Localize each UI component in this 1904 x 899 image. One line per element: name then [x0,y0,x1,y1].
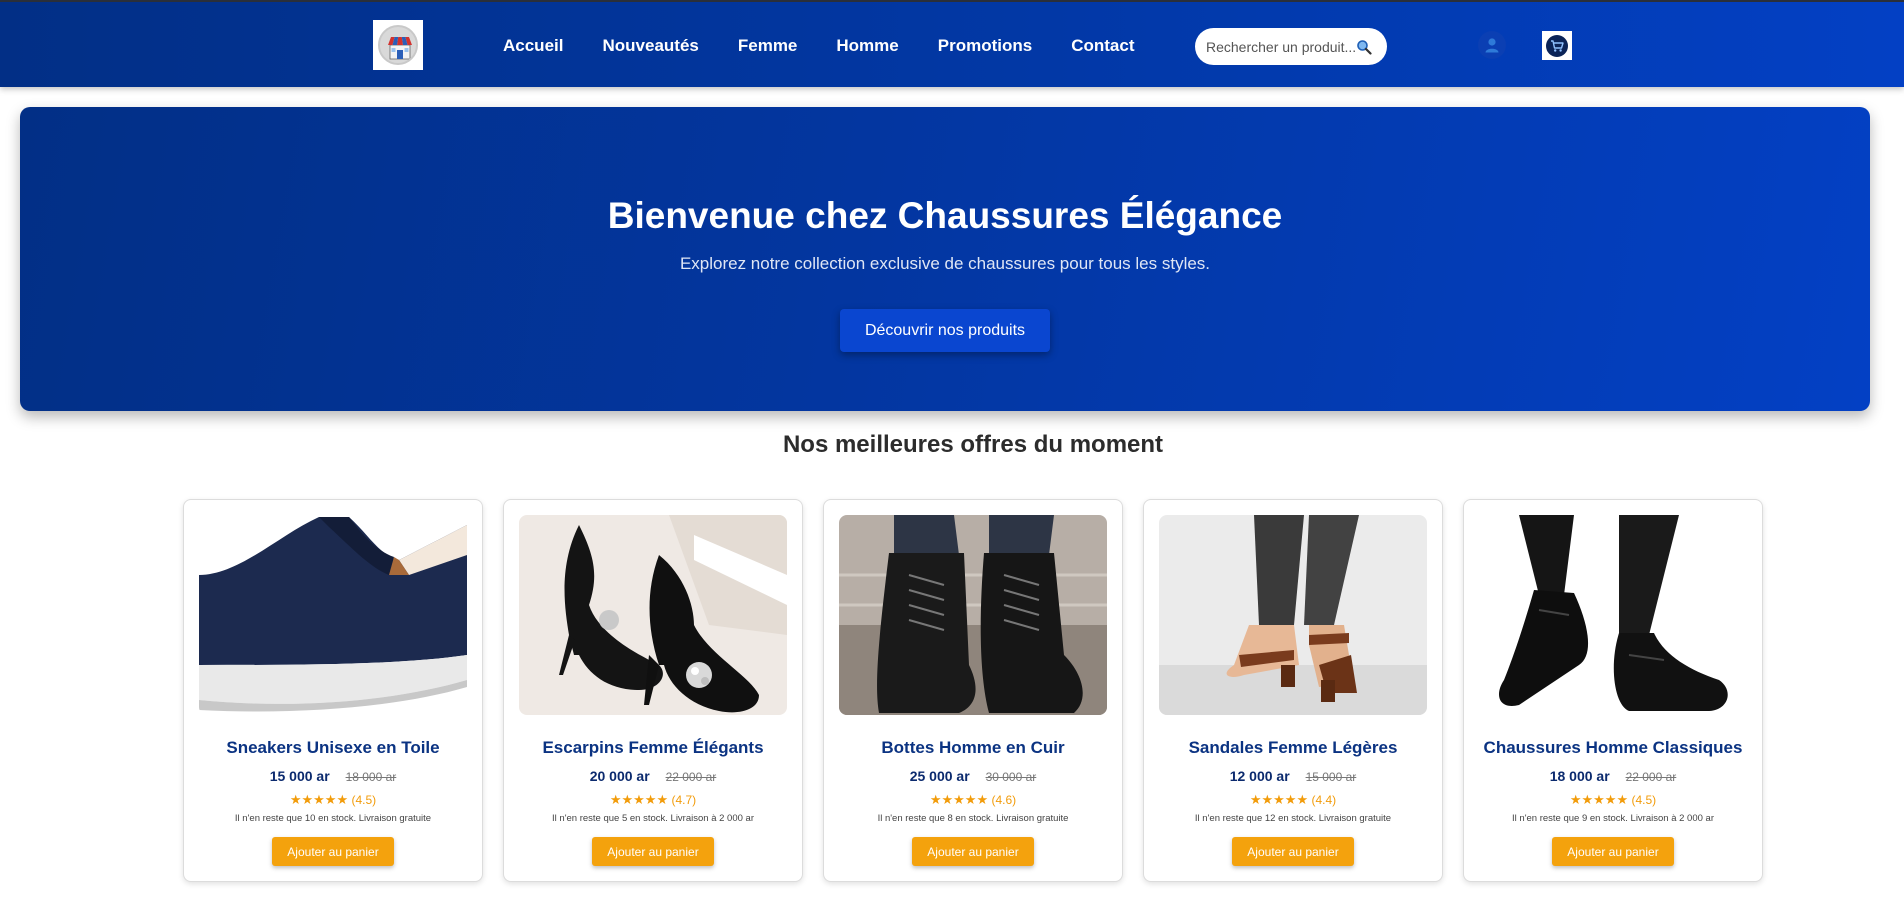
hero-title: Bienvenue chez Chaussures Élégance [607,195,1283,236]
product-price: 20 000 ar [589,768,650,784]
search-bar [1195,28,1387,65]
product-rating: ★★★★★ (4.7) [504,792,802,808]
nav-link-nouveautes[interactable]: Nouveautés [602,36,698,56]
product-name[interactable]: Sneakers Unisexe en Toile [184,738,482,758]
search-input[interactable] [1206,38,1356,55]
add-to-cart-button[interactable]: Ajouter au panier [592,837,714,866]
product-rating: ★★★★★ (4.5) [184,792,482,808]
product-image[interactable] [519,515,787,715]
store-icon [378,25,418,65]
rating-value: (4.5) [1631,793,1657,807]
product-price: 12 000 ar [1229,768,1290,784]
product-image[interactable] [839,515,1107,715]
store-logo[interactable] [373,20,423,70]
product-old-price: 15 000 ar [1305,770,1357,784]
product-price: 25 000 ar [909,768,970,784]
product-image[interactable] [199,515,467,715]
rating-stars: ★★★★★ [1569,792,1629,807]
nav-link-homme[interactable]: Homme [836,36,898,56]
product-card[interactable]: Escarpins Femme Élégants 20 000 ar 22 00… [503,499,803,882]
cart-button[interactable] [1542,31,1572,60]
product-rating: ★★★★★ (4.5) [1464,792,1762,808]
rating-stars: ★★★★★ [609,792,669,807]
product-rating: ★★★★★ (4.4) [1144,792,1442,808]
product-old-price: 22 000 ar [1625,770,1677,784]
product-image[interactable] [1479,515,1747,715]
product-rating: ★★★★★ (4.6) [824,792,1122,808]
product-old-price: 30 000 ar [985,770,1037,784]
stock-info: Il n'en reste que 9 en stock. Livraison … [1512,813,1714,824]
add-to-cart-button[interactable]: Ajouter au panier [912,837,1034,866]
stock-info: Il n'en reste que 8 en stock. Livraison … [877,813,1069,824]
main-nav: Accueil Nouveautés Femme Homme Promotion… [503,36,1173,56]
rating-value: (4.4) [1311,793,1337,807]
product-card[interactable]: Sandales Femme Légères 12 000 ar 15 000 … [1143,499,1443,882]
nav-link-accueil[interactable]: Accueil [503,36,563,56]
top-navbar: Accueil Nouveautés Femme Homme Promotion… [0,0,1904,87]
product-old-price: 22 000 ar [665,770,717,784]
cart-icon [1546,34,1568,57]
product-card[interactable]: Chaussures Homme Classiques 18 000 ar 22… [1463,499,1763,882]
rating-stars: ★★★★★ [929,792,989,807]
stock-info: Il n'en reste que 10 en stock. Livraison… [234,813,432,824]
product-image[interactable] [1159,515,1427,715]
user-account-button[interactable] [1478,31,1506,59]
rating-value: (4.7) [671,793,697,807]
rating-stars: ★★★★★ [289,792,349,807]
user-icon [1485,38,1499,53]
product-price: 18 000 ar [1549,768,1610,784]
stock-info: Il n'en reste que 5 en stock. Livraison … [552,813,754,824]
hero-banner: Bienvenue chez Chaussures Élégance Explo… [20,107,1870,411]
product-card[interactable]: Sneakers Unisexe en Toile 15 000 ar 18 0… [183,499,483,882]
product-prices: 15 000 ar 18 000 ar [184,768,482,784]
offers-section-title: Nos meilleures offres du moment [782,431,1164,458]
product-name[interactable]: Chaussures Homme Classiques [1464,738,1762,758]
product-name[interactable]: Escarpins Femme Élégants [504,738,802,758]
product-list: Sneakers Unisexe en Toile 15 000 ar 18 0… [183,499,1783,882]
nav-link-contact[interactable]: Contact [1071,36,1134,56]
product-prices: 12 000 ar 15 000 ar [1144,768,1442,784]
product-old-price: 18 000 ar [345,770,397,784]
stock-info: Il n'en reste que 12 en stock. Livraison… [1194,813,1392,824]
product-prices: 18 000 ar 22 000 ar [1464,768,1762,784]
product-card[interactable]: Bottes Homme en Cuir 25 000 ar 30 000 ar… [823,499,1123,882]
add-to-cart-button[interactable]: Ajouter au panier [1232,837,1354,866]
nav-link-promotions[interactable]: Promotions [938,36,1032,56]
rating-value: (4.6) [991,793,1017,807]
product-prices: 20 000 ar 22 000 ar [504,768,802,784]
add-to-cart-button[interactable]: Ajouter au panier [272,837,394,866]
search-icon[interactable] [1356,39,1372,55]
product-price: 15 000 ar [269,768,330,784]
rating-stars: ★★★★★ [1249,792,1309,807]
product-name[interactable]: Bottes Homme en Cuir [824,738,1122,758]
hero-subtitle: Explorez notre collection exclusive de c… [679,254,1211,273]
nav-link-femme[interactable]: Femme [738,36,798,56]
product-name[interactable]: Sandales Femme Légères [1144,738,1442,758]
discover-products-button[interactable]: Découvrir nos produits [840,309,1050,352]
rating-value: (4.5) [351,793,377,807]
product-prices: 25 000 ar 30 000 ar [824,768,1122,784]
add-to-cart-button[interactable]: Ajouter au panier [1552,837,1674,866]
